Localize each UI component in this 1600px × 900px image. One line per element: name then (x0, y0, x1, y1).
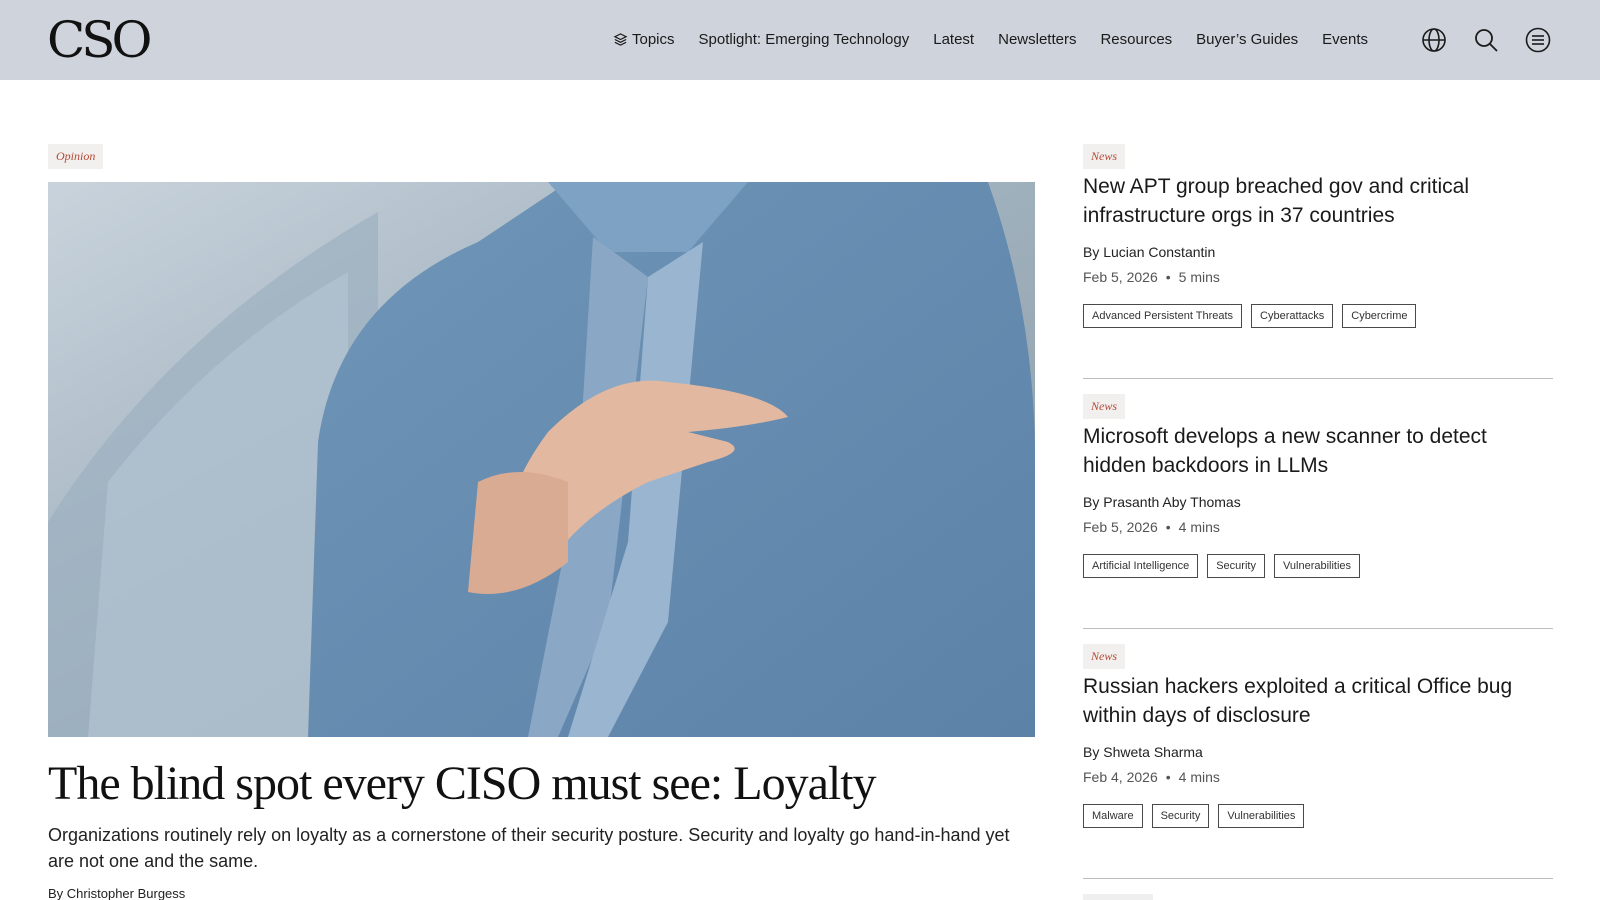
story-title[interactable]: Microsoft develops a new scanner to dete… (1083, 422, 1553, 480)
tag[interactable]: Cyberattacks (1251, 304, 1334, 328)
story-category-badge[interactable]: News (1083, 644, 1126, 669)
story-divider (1083, 878, 1553, 879)
separator-dot: • (1165, 269, 1171, 285)
tag[interactable]: Security (1207, 554, 1265, 578)
news-story: News Microsoft develops a new scanner to… (1083, 394, 1553, 644)
feature-summary: Organizations routinely rely on loyalty … (48, 825, 1010, 871)
story-read-time: 5 mins (1178, 269, 1220, 285)
news-sidebar: News New APT group breached gov and crit… (1083, 144, 1553, 894)
story-title[interactable]: New APT group breached gov and critical … (1083, 172, 1553, 230)
story-date: Feb 5, 2026 (1083, 519, 1158, 535)
globe-icon[interactable] (1420, 26, 1448, 54)
story-byline[interactable]: By Lucian Constantin (1083, 244, 1215, 260)
tag[interactable]: Cybercrime (1342, 304, 1417, 328)
nav-latest[interactable]: Latest (933, 31, 974, 48)
menu-icon[interactable] (1524, 26, 1552, 54)
story-meta: Feb 4, 2026 • 4 mins (1083, 769, 1220, 785)
story-byline[interactable]: By Shweta Sharma (1083, 744, 1203, 760)
nav-topics-label: Topics (632, 30, 675, 48)
site-logo[interactable]: CSO (47, 14, 152, 66)
main-nav: Topics Spotlight: Emerging Technology La… (613, 27, 1392, 51)
nav-buyers-guides[interactable]: Buyer’s Guides (1196, 31, 1298, 48)
hero-photo (48, 182, 1035, 737)
story-divider (1083, 378, 1553, 379)
nav-topics[interactable]: Topics (613, 31, 675, 48)
feature-byline[interactable]: By Christopher Burgess (48, 886, 185, 900)
layers-icon (613, 32, 628, 46)
story-read-time: 4 mins (1178, 769, 1220, 785)
story-meta: Feb 5, 2026 • 4 mins (1083, 519, 1220, 535)
feature-hero-image[interactable] (48, 182, 1035, 737)
story-title[interactable]: Russian hackers exploited a critical Off… (1083, 672, 1553, 730)
nav-newsletters[interactable]: Newsletters (998, 31, 1076, 48)
story-divider (1083, 628, 1553, 629)
story-tags: Malware Security Vulnerabilities (1083, 804, 1313, 828)
story-date: Feb 5, 2026 (1083, 269, 1158, 285)
story-tags: Advanced Persistent Threats Cyberattacks… (1083, 304, 1425, 328)
separator-dot: • (1165, 519, 1171, 535)
news-story: News New APT group breached gov and crit… (1083, 144, 1553, 394)
header-icons (1420, 26, 1576, 54)
story-meta: Feb 5, 2026 • 5 mins (1083, 269, 1220, 285)
story-date: Feb 4, 2026 (1083, 769, 1158, 785)
site-header: CSO Topics Spotlight: Emerging Technolog… (0, 0, 1600, 80)
story-read-time: 4 mins (1178, 519, 1220, 535)
feature-title[interactable]: The blind spot every CISO must see: Loya… (48, 755, 1048, 813)
nav-events[interactable]: Events (1322, 31, 1368, 48)
tag[interactable]: Vulnerabilities (1218, 804, 1305, 828)
separator-dot: • (1165, 769, 1171, 785)
feature-category-badge[interactable]: Opinion (48, 144, 104, 169)
tag[interactable]: Vulnerabilities (1273, 554, 1361, 578)
story-byline[interactable]: By Prasanth Aby Thomas (1083, 494, 1241, 510)
tag[interactable]: Advanced Persistent Threats (1083, 304, 1243, 328)
news-story: News Russian hackers exploited a critica… (1083, 644, 1553, 894)
tag[interactable]: Artificial Intelligence (1083, 554, 1199, 578)
story-category-badge[interactable]: News (1083, 394, 1126, 419)
nav-spotlight[interactable]: Spotlight: Emerging Technology (699, 31, 910, 48)
story-tags: Artificial Intelligence Security Vulnera… (1083, 554, 1369, 578)
nav-resources[interactable]: Resources (1100, 31, 1172, 48)
tag[interactable]: Security (1151, 804, 1210, 828)
search-icon[interactable] (1472, 26, 1500, 54)
story-category-badge[interactable]: News (1083, 144, 1126, 169)
next-story-badge-peek (1083, 894, 1153, 900)
tag[interactable]: Malware (1083, 804, 1143, 828)
